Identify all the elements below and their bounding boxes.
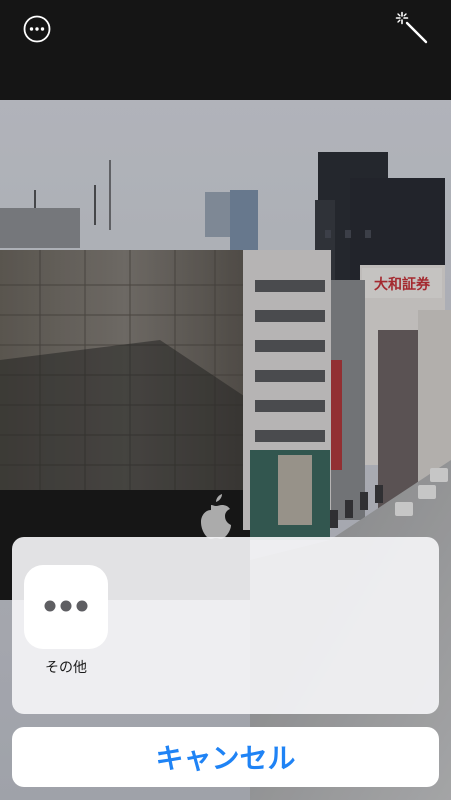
option-icon-tile[interactable] — [24, 565, 108, 649]
share-option-label: その他 — [45, 660, 87, 676]
top-bar — [0, 0, 451, 100]
more-options-button[interactable] — [21, 15, 53, 47]
magic-wand-icon — [395, 11, 429, 49]
ellipsis-circle-icon — [22, 14, 52, 48]
cancel-button[interactable]: キャンセル — [12, 727, 439, 787]
share-option-more[interactable]: その他 — [24, 565, 108, 677]
magic-wand-button[interactable] — [395, 11, 429, 49]
more-dots-icon — [43, 598, 89, 617]
share-sheet: その他 — [12, 537, 439, 714]
